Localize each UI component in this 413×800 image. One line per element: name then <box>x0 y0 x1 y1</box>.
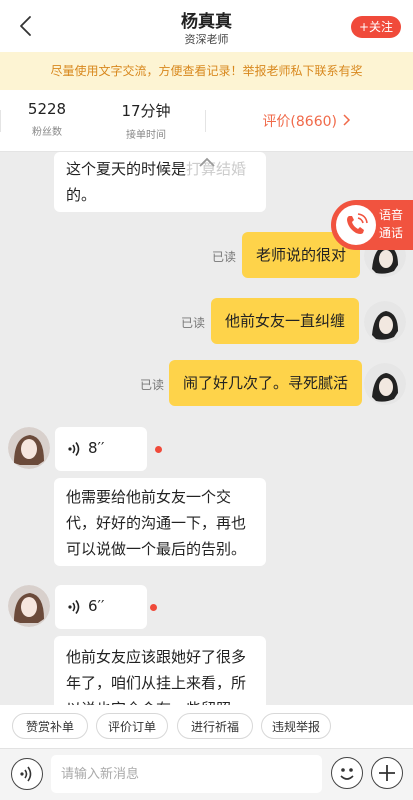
top-bar: 杨真真 资深老师 +关注 <box>0 0 413 52</box>
message-bubble[interactable]: 他前女友应该跟她好了很多 年了，咱们从挂上来看，所 以说也完全会有一些留照 <box>54 636 266 705</box>
voice-input-button[interactable] <box>11 758 43 790</box>
fans-label: 粉丝数 <box>32 127 62 138</box>
avatar[interactable] <box>364 363 406 405</box>
rating-link[interactable]: 评价(8660) <box>262 111 337 131</box>
voice-call-label: 语音 通话 <box>373 206 409 242</box>
voice-call-label-line2: 通话 <box>378 226 403 240</box>
divider <box>205 110 206 132</box>
voice-duration: 6′′ <box>88 597 105 615</box>
unread-dot <box>150 604 157 611</box>
voice-wave-icon <box>68 442 80 456</box>
more-button[interactable] <box>371 757 403 789</box>
emoji-button[interactable] <box>331 757 363 789</box>
teacher-avatar[interactable] <box>8 427 50 469</box>
message-text: 年了，咱们从挂上来看，所 <box>66 674 247 692</box>
voice-wave-icon <box>68 600 80 614</box>
avatar[interactable] <box>364 301 406 343</box>
message-bubble[interactable]: 他需要给他前女友一个交 代，好好的沟通一下，再也 可以说做一个最后的告别。 <box>54 478 266 566</box>
voice-call-label-line1: 语音 <box>378 208 403 222</box>
divider <box>0 110 1 132</box>
message-text: 代，好好的沟通一下，再也 <box>66 514 247 532</box>
phone-icon <box>336 205 376 245</box>
chevron-right-icon <box>343 114 351 126</box>
read-status: 已读 <box>181 316 206 330</box>
voice-duration: 8′′ <box>88 439 105 457</box>
voice-call-button[interactable]: 语音 通话 <box>331 200 413 250</box>
voice-wave-icon <box>20 766 32 782</box>
notice-banner: 尽量使用文字交流，方便查看记录！举报老师私下联系有奖 <box>0 52 413 90</box>
voice-message[interactable]: 6′′ <box>55 585 147 629</box>
quick-actions-bar: 赞赏补单 评价订单 进行祈福 违规举报 <box>0 705 413 748</box>
reward-button[interactable]: 赞赏补单 <box>12 713 88 739</box>
message-bubble-self[interactable]: 他前女友一直纠缠 <box>211 298 360 344</box>
time-stat: 17分钟 接单时间 <box>116 100 176 141</box>
fans-count: 5228 <box>27 100 67 118</box>
page-subtitle: 资深老师 <box>184 33 229 46</box>
teacher-avatar[interactable] <box>8 585 50 627</box>
input-bar <box>0 748 413 800</box>
plus-icon <box>379 765 395 781</box>
message-text-obscured: 打算结婚 <box>186 160 247 178</box>
chat-area[interactable]: 这个夏天的时候是打算结婚 的。 已读 老师说的很对 已读 他前女友一直纠缠 已读… <box>0 152 413 705</box>
rate-order-button[interactable]: 评价订单 <box>96 713 168 739</box>
fans-stat: 5228 粉丝数 <box>22 100 72 138</box>
report-button[interactable]: 违规举报 <box>261 713 331 739</box>
follow-button[interactable]: +关注 <box>351 16 401 38</box>
message-bubble[interactable]: 这个夏天的时候是打算结婚 的。 <box>54 152 266 212</box>
message-bubble-self[interactable]: 闹了好几次了。寻死腻活 <box>169 360 363 406</box>
message-text: 他需要给他前女友一个交 <box>66 488 232 506</box>
message-input[interactable] <box>51 755 322 793</box>
chevron-up-icon[interactable] <box>198 156 216 168</box>
time-value: 17分钟 <box>121 102 171 120</box>
message-text: 以说也完全会有一些留照 <box>66 696 254 705</box>
time-label: 接单时间 <box>126 130 166 141</box>
read-status: 已读 <box>212 250 237 264</box>
message-text: 的。 <box>66 186 97 204</box>
blessing-button[interactable]: 进行祈福 <box>177 713 253 739</box>
unread-dot <box>155 446 162 453</box>
emoji-icon <box>340 768 354 780</box>
voice-message[interactable]: 8′′ <box>55 427 147 471</box>
message-text: 这个夏天的时候是 <box>66 160 187 178</box>
message-text: 可以说做一个最后的告别。 <box>66 540 247 558</box>
stats-bar: 5228 粉丝数 17分钟 接单时间 评价(8660) <box>0 90 413 152</box>
read-status: 已读 <box>140 378 165 392</box>
message-text: 他前女友应该跟她好了很多 <box>66 648 247 666</box>
